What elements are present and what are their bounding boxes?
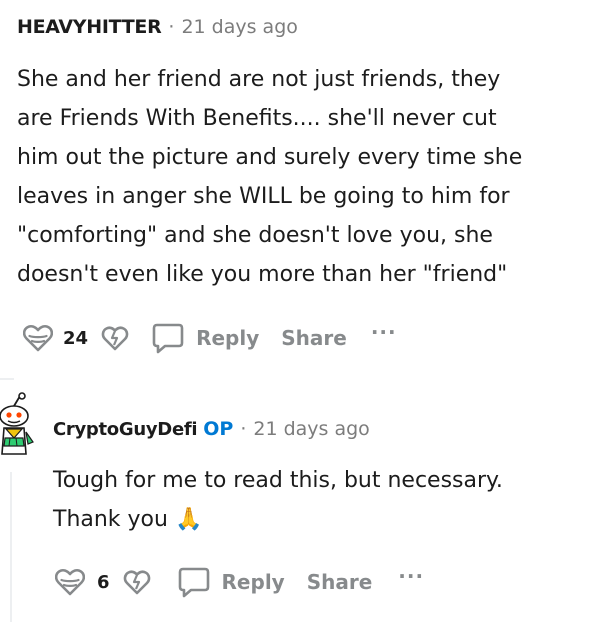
more-options-icon[interactable]: ···	[398, 564, 424, 588]
downvote-icon[interactable]	[120, 565, 154, 599]
reply-action-bar: 6 Reply Share ···	[53, 562, 424, 602]
reply-body-text: Tough for me to read this, but necessary…	[53, 468, 503, 532]
reply-button[interactable]: Reply	[196, 326, 259, 350]
meta-separator: ·	[168, 16, 175, 38]
upvote-heart-icon[interactable]	[21, 321, 55, 355]
meta-separator: ·	[240, 418, 247, 440]
comment-author[interactable]: HEAVYHITTER	[17, 16, 162, 38]
upvote-heart-icon[interactable]	[53, 565, 87, 599]
share-button[interactable]: Share	[307, 570, 373, 594]
vote-count: 6	[97, 571, 110, 593]
praying-hands-emoji: 🙏	[174, 507, 203, 532]
more-options-icon[interactable]: ···	[371, 320, 397, 344]
reply-body: Tough for me to read this, but necessary…	[53, 461, 593, 539]
reply-timestamp[interactable]: 21 days ago	[253, 418, 369, 440]
vote-count: 24	[63, 327, 89, 349]
op-badge: OP	[203, 418, 234, 440]
share-button[interactable]: Share	[281, 326, 347, 350]
reply-meta: CryptoGuyDefi OP · 21 days ago	[53, 414, 370, 444]
comment-bubble-icon[interactable]	[150, 320, 186, 356]
reply-author[interactable]: CryptoGuyDefi	[53, 419, 198, 440]
comment-meta: HEAVYHITTER · 21 days ago	[17, 12, 298, 42]
comment-body: She and her friend are not just friends,…	[17, 67, 523, 287]
snoo-avatar-icon[interactable]	[0, 392, 40, 456]
comment-action-bar: 24 Reply Share ···	[21, 318, 397, 358]
reply-button[interactable]: Reply	[222, 570, 285, 594]
downvote-icon[interactable]	[98, 321, 132, 355]
comment-bubble-icon[interactable]	[176, 564, 212, 600]
thread-line[interactable]	[10, 472, 12, 622]
comment-timestamp[interactable]: 21 days ago	[181, 16, 297, 38]
